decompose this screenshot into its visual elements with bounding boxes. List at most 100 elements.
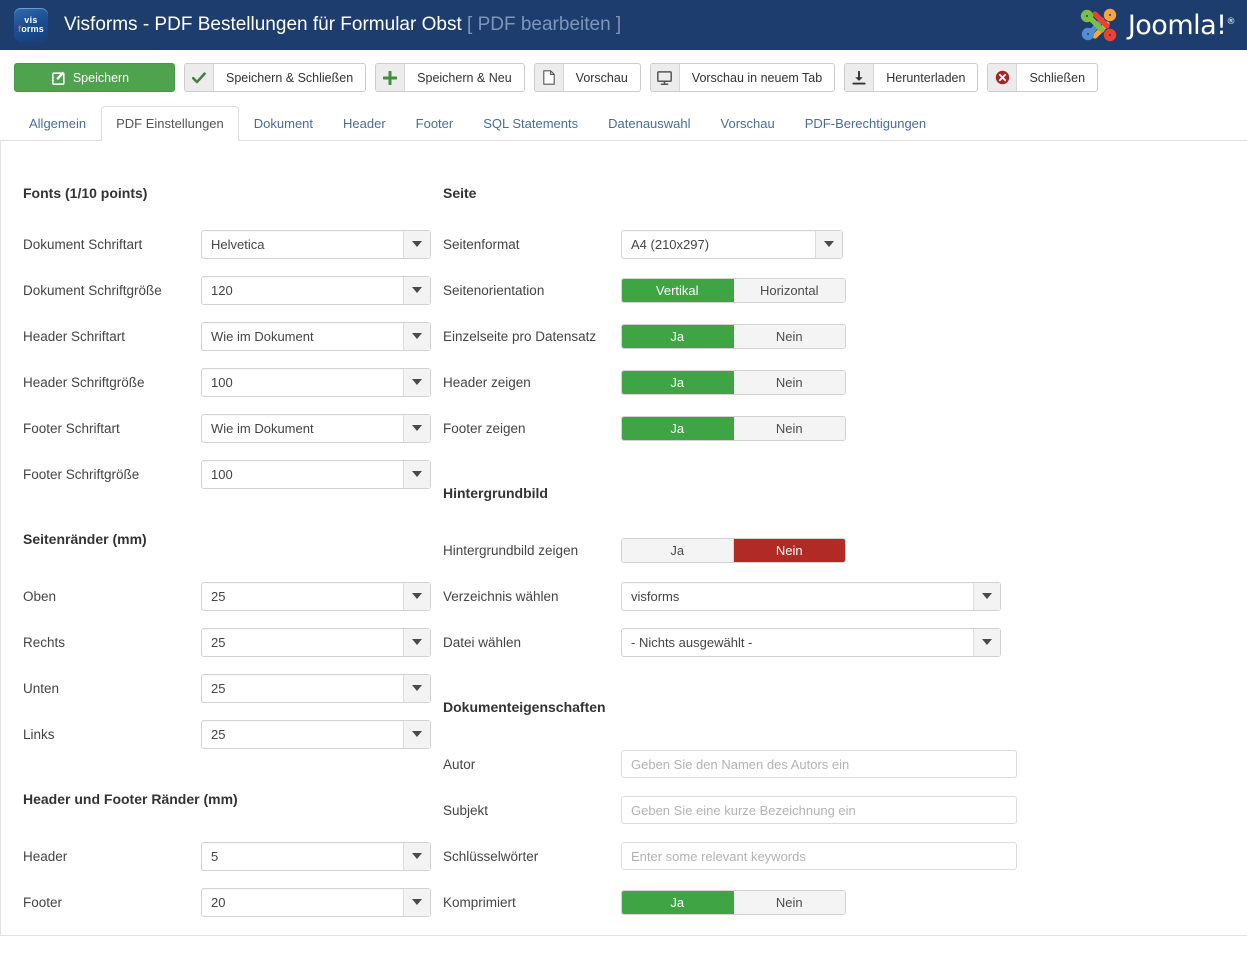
save-and-new-button[interactable]: Speichern & Neu (375, 63, 525, 92)
page-title-subtitle: [ PDF bearbeiten ] (467, 14, 621, 35)
app-header: vis forms Visforms - PDF Bestellungen fü… (0, 0, 1247, 50)
select-footer-schriftgroesse[interactable]: 100 (201, 460, 431, 489)
chevron-down-icon (403, 369, 430, 396)
preview-button[interactable]: Vorschau (534, 63, 641, 92)
save-and-close-button[interactable]: Speichern & Schließen (184, 63, 366, 92)
tab-sql-statements[interactable]: SQL Statements (468, 106, 593, 141)
toggle-option-ja[interactable]: Ja (622, 325, 734, 348)
tab-header[interactable]: Header (328, 106, 401, 141)
tab-allgemein[interactable]: Allgemein (14, 106, 101, 141)
field-row-verzeichnis-waehlen: Verzeichnis wählen visforms (436, 573, 1236, 619)
chevron-down-icon (403, 415, 430, 442)
tab-dokument[interactable]: Dokument (239, 106, 328, 141)
tab-pdf-berechtigungen[interactable]: PDF-Berechtigungen (790, 106, 941, 141)
tab-datenauswahl[interactable]: Datenauswahl (593, 106, 705, 141)
close-button[interactable]: Schließen (987, 63, 1098, 92)
page-title-main: Visforms - PDF Bestellungen für Formular… (64, 14, 462, 35)
field-row-header-schriftgroesse: Header Schriftgröße 100 (1, 359, 441, 405)
select-dokument-schriftgroesse[interactable]: 120 (201, 276, 431, 305)
field-row-footer-schriftart: Footer Schriftart Wie im Dokument (1, 405, 441, 451)
field-row-footer-schriftgroesse: Footer Schriftgröße 100 (1, 451, 441, 497)
right-column: Seite Seitenformat A4 (210x297) Seitenor… (436, 141, 1236, 925)
select-margin-links-value: 25 (202, 721, 403, 748)
select-hf-header[interactable]: 5 (201, 842, 431, 871)
toggle-option-ja[interactable]: Ja (622, 371, 734, 394)
select-datei-waehlen[interactable]: - Nichts ausgewählt - (621, 628, 1001, 657)
autor-input[interactable] (621, 750, 1017, 778)
save-and-new-button-label: Speichern & Neu (405, 64, 524, 91)
select-margin-rechts[interactable]: 25 (201, 628, 431, 657)
field-row-margin-rechts: Rechts 25 (1, 619, 441, 665)
select-header-schriftgroesse[interactable]: 100 (201, 368, 431, 397)
schluesselwoerter-input[interactable] (621, 842, 1017, 870)
toggle-header-zeigen[interactable]: Ja Nein (621, 370, 846, 395)
toggle-option-ja[interactable]: Ja (622, 891, 734, 914)
toggle-option-nein[interactable]: Nein (734, 417, 846, 440)
select-footer-schriftart[interactable]: Wie im Dokument (201, 414, 431, 443)
select-margin-links[interactable]: 25 (201, 720, 431, 749)
download-button-label: Herunterladen (874, 64, 977, 91)
document-icon (535, 64, 564, 91)
section-title-fonts: Fonts (1/10 points) (1, 185, 441, 201)
label-schluesselwoerter: Schlüsselwörter (436, 849, 621, 864)
select-header-schriftart[interactable]: Wie im Dokument (201, 322, 431, 351)
select-dokument-schriftgroesse-value: 120 (202, 277, 403, 304)
select-margin-oben[interactable]: 25 (201, 582, 431, 611)
label-hf-header: Header (1, 849, 201, 864)
field-row-datei-waehlen: Datei wählen - Nichts ausgewählt - (436, 619, 1236, 665)
label-margin-oben: Oben (1, 589, 201, 604)
toggle-option-nein[interactable]: Nein (734, 891, 846, 914)
select-dokument-schriftart-value: Helvetica (202, 231, 403, 258)
label-footer-zeigen: Footer zeigen (436, 421, 621, 436)
select-hf-footer[interactable]: 20 (201, 888, 431, 917)
toggle-option-nein[interactable]: Nein (734, 325, 846, 348)
select-dokument-schriftart[interactable]: Helvetica (201, 230, 431, 259)
toggle-komprimiert[interactable]: Ja Nein (621, 890, 846, 915)
field-row-subjekt: Subjekt (436, 787, 1236, 833)
tab-pdf-einstellungen[interactable]: PDF Einstellungen (101, 106, 239, 141)
chevron-down-icon (973, 583, 1000, 610)
label-header-schriftgroesse: Header Schriftgröße (1, 375, 201, 390)
section-title-dokumenteigenschaften: Dokumenteigenschaften (436, 699, 1236, 715)
label-footer-schriftart: Footer Schriftart (1, 421, 201, 436)
toggle-option-ja[interactable]: Ja (622, 417, 734, 440)
chevron-down-icon (403, 675, 430, 702)
select-margin-unten[interactable]: 25 (201, 674, 431, 703)
select-header-schriftart-value: Wie im Dokument (202, 323, 403, 350)
joomla-wordmark: Joomla!® (1128, 10, 1235, 41)
chevron-down-icon (403, 461, 430, 488)
left-column: Fonts (1/10 points) Dokument Schriftart … (1, 141, 441, 925)
chevron-down-icon (403, 583, 430, 610)
monitor-icon (651, 64, 680, 91)
select-hf-footer-value: 20 (202, 889, 403, 916)
select-margin-unten-value: 25 (202, 675, 403, 702)
toggle-seitenorientation[interactable]: Vertikal Horizontal (621, 278, 846, 303)
select-footer-schriftgroesse-value: 100 (202, 461, 403, 488)
toggle-option-horizontal[interactable]: Horizontal (734, 279, 846, 302)
field-row-footer-zeigen: Footer zeigen Ja Nein (436, 405, 1236, 451)
chevron-down-icon (403, 843, 430, 870)
select-verzeichnis-waehlen[interactable]: visforms (621, 582, 1001, 611)
toggle-footer-zeigen[interactable]: Ja Nein (621, 416, 846, 441)
tab-footer[interactable]: Footer (401, 106, 469, 141)
toggle-option-vertikal[interactable]: Vertikal (622, 279, 734, 302)
toggle-option-nein[interactable]: Nein (734, 539, 846, 562)
toggle-option-nein[interactable]: Nein (734, 371, 846, 394)
label-header-schriftart: Header Schriftart (1, 329, 201, 344)
toggle-einzelseite-pro-datensatz[interactable]: Ja Nein (621, 324, 846, 349)
settings-panel: Fonts (1/10 points) Dokument Schriftart … (0, 141, 1247, 936)
toggle-hintergrundbild-zeigen[interactable]: Ja Nein (621, 538, 846, 563)
tab-vorschau[interactable]: Vorschau (706, 106, 790, 141)
chevron-down-icon (403, 721, 430, 748)
preview-new-tab-button[interactable]: Vorschau in neuem Tab (650, 63, 835, 92)
joomla-brand: Joomla!® (1077, 6, 1235, 44)
save-button[interactable]: Speichern (14, 63, 175, 92)
label-margin-unten: Unten (1, 681, 201, 696)
field-row-seitenformat: Seitenformat A4 (210x297) (436, 221, 1236, 267)
toggle-option-ja[interactable]: Ja (622, 539, 734, 562)
pencil-square-icon (48, 64, 66, 91)
select-seitenformat[interactable]: A4 (210x297) (621, 230, 843, 259)
subjekt-input[interactable] (621, 796, 1017, 824)
field-row-margin-links: Links 25 (1, 711, 441, 757)
download-button[interactable]: Herunterladen (844, 63, 978, 92)
